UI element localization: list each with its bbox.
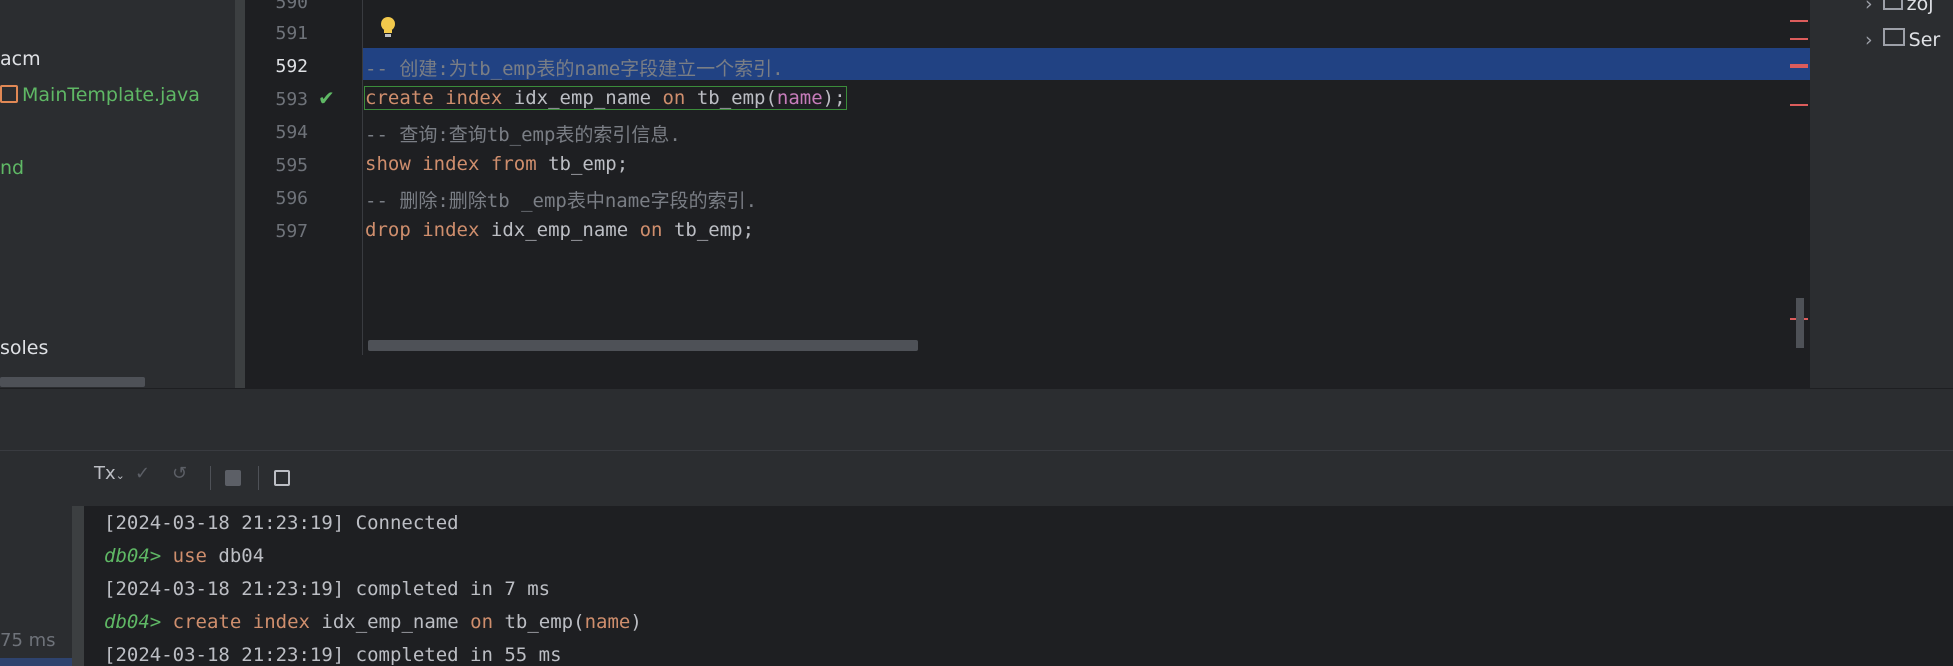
keyword: create: [172, 611, 242, 633]
console-line: [2024-03-18 21:23:19] completed in 55 ms: [104, 644, 562, 666]
code-line-595: show index from tb_emp;: [365, 153, 628, 175]
transaction-mode-button[interactable]: Tx⌄: [94, 463, 125, 491]
code-line-594: -- 查询:查询tb_emp表的索引信息.: [365, 120, 681, 147]
execution-time: 75 ms: [0, 630, 56, 651]
project-tree-panel: acm MainTemplate.java nd soles: [0, 0, 235, 388]
code-editor[interactable]: 590 591 592 593 594 595 596 597 ✔ -- 创建:…: [250, 0, 1810, 388]
code-line-593: create index idx_emp_name on tb_emp(name…: [364, 86, 847, 110]
check-icon: ✔: [318, 86, 335, 110]
line-number: 590: [275, 0, 308, 13]
identifier: tb_emp(: [504, 611, 585, 633]
tx-label: Tx: [94, 463, 116, 484]
toolbar-divider: [258, 466, 259, 490]
console-line: [2024-03-18 21:23:19] completed in 7 ms: [104, 578, 551, 600]
identifier: idx_emp_name: [513, 87, 652, 109]
lightbulb-icon[interactable]: [378, 14, 398, 44]
tree-item-label: nd: [0, 157, 25, 179]
db-item-label: Ser: [1908, 29, 1941, 51]
identifier: tb_emp;: [548, 153, 629, 175]
error-marker[interactable]: [1790, 64, 1808, 68]
tree-item-label: acm: [0, 48, 41, 70]
code-line-592: -- 创建:为tb_emp表的name字段建立一个索引.: [365, 54, 784, 81]
identifier: idx_emp_name: [490, 219, 629, 241]
error-stripe[interactable]: [1790, 0, 1810, 355]
services-tree: 75 ms: [0, 506, 72, 666]
punctuation: ): [630, 611, 642, 633]
tree-item-acm[interactable]: acm: [0, 48, 41, 70]
db-item-label: zoj: [1906, 0, 1934, 15]
db-item-ser[interactable]: › Ser: [1865, 28, 1940, 51]
prompt: db04>: [104, 545, 162, 567]
console-line: db04> use db04: [104, 545, 264, 567]
identifier: tb_emp;: [673, 219, 755, 241]
tree-item-nd[interactable]: nd: [0, 157, 24, 179]
tool-window-splitter[interactable]: [0, 388, 1953, 451]
comment-text: -- 查询:查询tb_emp表的索引信息.: [365, 124, 681, 146]
tree-item-consoles[interactable]: soles: [0, 337, 48, 359]
console-toolbar: [0, 450, 1953, 507]
identifier: tb_emp(: [696, 87, 777, 109]
chevron-right-icon[interactable]: ›: [1865, 0, 1873, 15]
rollback-icon[interactable]: ↺: [172, 463, 187, 491]
commit-icon[interactable]: ✓: [135, 463, 150, 491]
tree-item-label: soles: [0, 337, 49, 359]
keyword: on: [662, 87, 686, 109]
code-line-597: drop index idx_emp_name on tb_emp;: [365, 219, 754, 241]
tree-item-main-template[interactable]: MainTemplate.java: [0, 84, 200, 106]
vertical-scroll-thumb[interactable]: [1796, 298, 1804, 348]
comment-text: -- 删除:删除tb _emp表中name字段的索引.: [365, 190, 758, 212]
keyword: index: [445, 87, 503, 109]
keyword: use: [172, 545, 207, 567]
chevron-right-icon[interactable]: ›: [1865, 29, 1873, 51]
line-number: 597: [275, 221, 308, 242]
schema-icon: [1882, 0, 1903, 10]
line-number: 592: [275, 56, 308, 77]
keyword: index: [252, 611, 310, 633]
console-line: [2024-03-18 21:23:19] Connected: [104, 512, 459, 534]
identifier: idx_emp_name: [321, 611, 459, 633]
keyword: from: [490, 153, 537, 175]
code-line-596: -- 删除:删除tb _emp表中name字段的索引.: [365, 186, 757, 213]
database-panel: › zoj › Ser: [1810, 0, 1953, 388]
prompt: db04>: [104, 611, 162, 633]
line-number: 593: [275, 89, 308, 110]
folder-icon: [1882, 28, 1905, 46]
column-name: name: [584, 611, 631, 633]
vertical-scrollbar[interactable]: [72, 506, 84, 666]
keyword: index: [422, 219, 480, 241]
comment-text: -- 创建:为tb_emp表的name字段建立一个索引.: [365, 58, 784, 80]
console-line: db04> create index idx_emp_name on tb_em…: [104, 611, 642, 633]
line-number: 596: [275, 188, 308, 209]
keyword: create: [365, 87, 434, 109]
line-number: 594: [275, 122, 308, 143]
tree-item-label: MainTemplate.java: [22, 84, 200, 106]
line-number: 591: [275, 23, 308, 44]
column-name: name: [776, 87, 823, 109]
error-marker[interactable]: [1790, 104, 1808, 106]
toolbar-divider: [210, 466, 211, 490]
keyword: index: [422, 153, 480, 175]
stop-icon[interactable]: [225, 470, 241, 486]
console-output[interactable]: [2024-03-18 21:23:19] Connected db04> us…: [84, 506, 1953, 666]
selected-row-indicator: [0, 658, 72, 666]
vertical-scrollbar[interactable]: [235, 0, 245, 388]
gutter-divider: [362, 0, 363, 355]
horizontal-scrollbar[interactable]: [0, 377, 145, 387]
line-number: 595: [275, 155, 308, 176]
keyword: on: [639, 219, 663, 241]
editor-horizontal-scrollbar[interactable]: [368, 340, 918, 351]
line-gutter: 590 591 592 593 594 595 596 597 ✔: [250, 0, 362, 355]
keyword: drop: [365, 219, 411, 241]
keyword: show: [365, 153, 411, 175]
punctuation: );: [822, 87, 846, 109]
db-item-zoj[interactable]: › zoj: [1865, 0, 1934, 15]
java-class-icon: [0, 85, 18, 103]
problems-icon[interactable]: [1790, 20, 1808, 40]
layout-icon[interactable]: [274, 470, 290, 486]
keyword: on: [470, 611, 494, 633]
identifier: db04: [206, 545, 265, 567]
